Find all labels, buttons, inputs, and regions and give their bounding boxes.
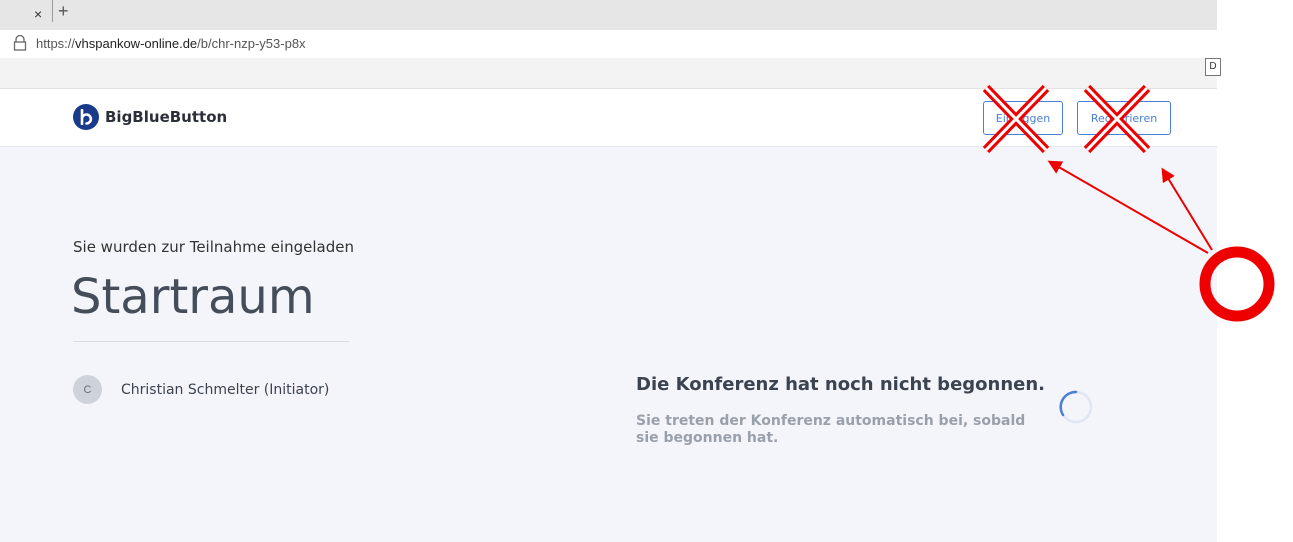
status-title: Die Konferenz hat noch nicht begonnen.: [636, 374, 1046, 395]
extension-button[interactable]: D: [1205, 58, 1221, 76]
brand-name: BigBlueButton: [105, 108, 228, 126]
bbb-logo-icon: [73, 104, 99, 130]
tab-divider: [52, 0, 53, 22]
lock-icon: [13, 35, 27, 51]
login-button[interactable]: Einloggen: [983, 101, 1063, 135]
url-path: /b/chr-nzp-y53-p8x: [197, 36, 306, 51]
bigbluebutton-logo[interactable]: BigBlueButton: [73, 104, 227, 130]
url-scheme: https://: [36, 36, 76, 51]
invite-text: Sie wurden zur Teilnahme eingeladen: [73, 238, 354, 256]
divider: [73, 341, 349, 342]
new-tab-icon[interactable]: +: [58, 1, 69, 21]
url-host: vhspankow-online.de: [75, 36, 198, 51]
address-bar[interactable]: https://vhspankow-online.de/b/chr-nzp-y5…: [0, 30, 1217, 58]
main-content: Sie wurden zur Teilnahme eingeladen Star…: [0, 147, 1217, 542]
room-title: Startraum: [71, 269, 315, 325]
tab-close-icon[interactable]: ×: [34, 6, 42, 22]
browser-toolbar: [0, 58, 1217, 89]
page-header: BigBlueButton Einloggen Registrieren: [0, 89, 1217, 147]
owner-name: Christian Schmelter (Initiator): [121, 381, 330, 398]
room-owner: C Christian Schmelter (Initiator): [73, 375, 329, 404]
avatar: C: [73, 375, 102, 404]
url-text[interactable]: https://vhspankow-online.de/b/chr-nzp-y5…: [36, 36, 306, 51]
status-subtitle: Sie treten der Konferenz automatisch bei…: [636, 413, 1026, 446]
loading-spinner-icon: [1059, 390, 1093, 424]
browser-tab-strip: × +: [0, 0, 1217, 30]
register-button[interactable]: Registrieren: [1077, 101, 1171, 135]
